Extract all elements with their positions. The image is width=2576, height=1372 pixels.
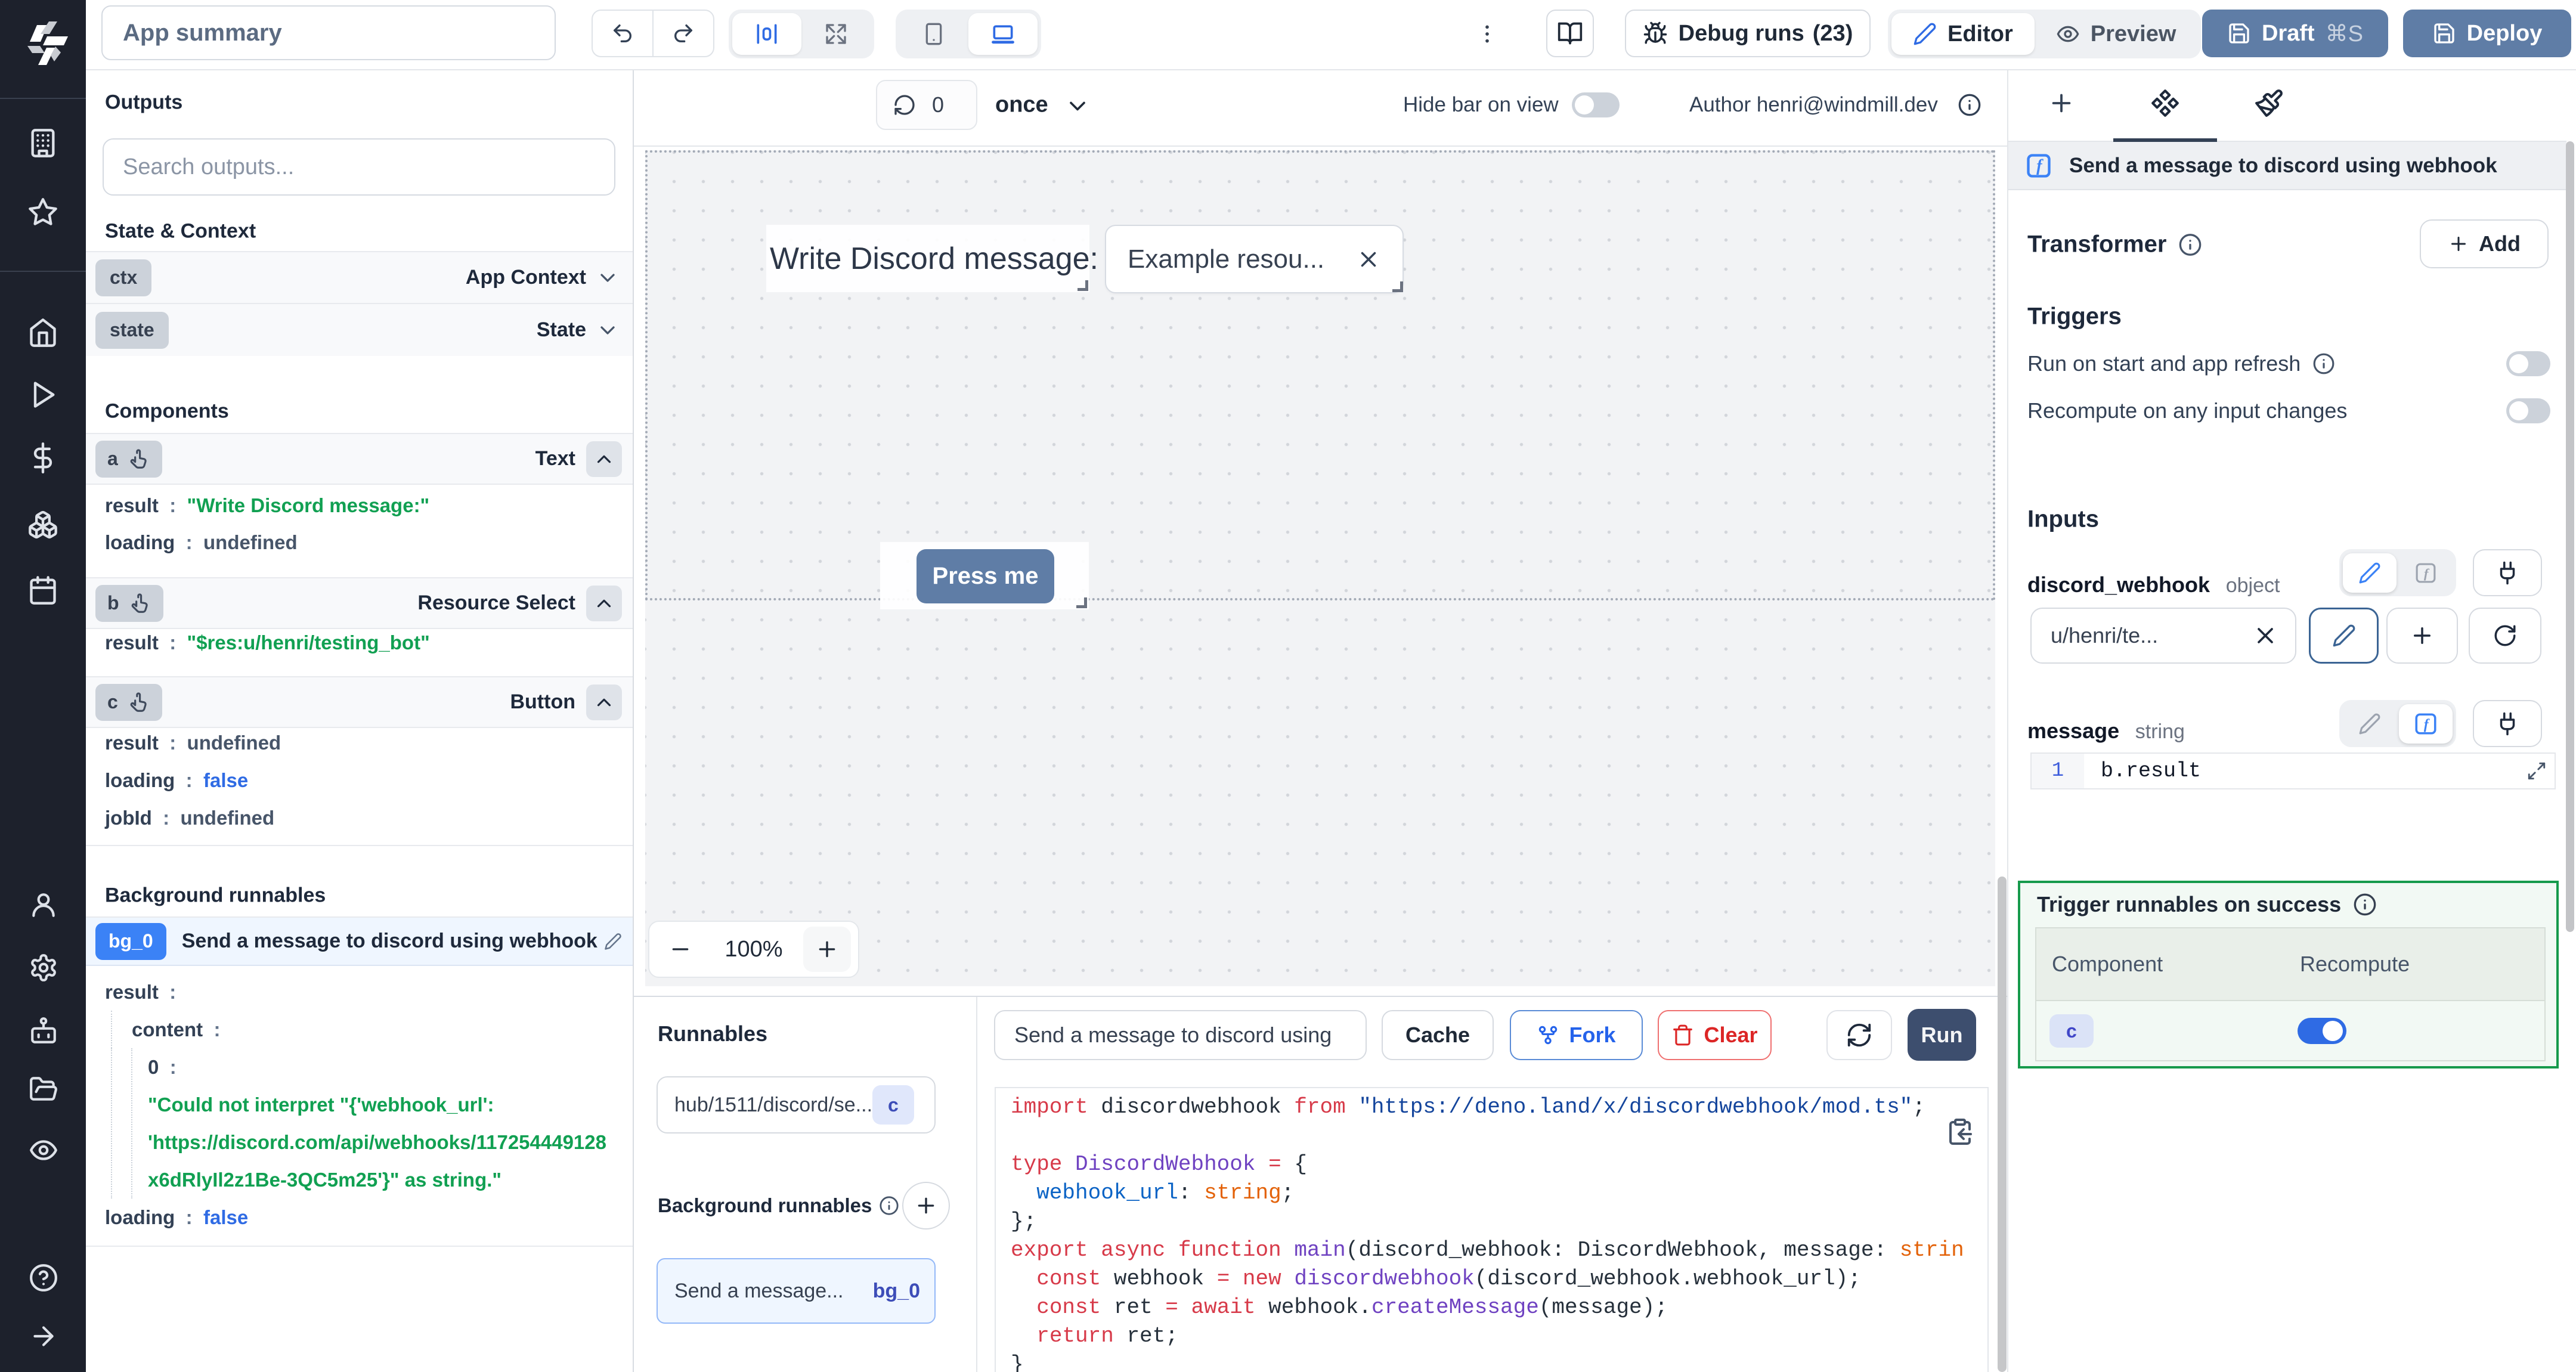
svg-text:f: f [2424, 565, 2430, 580]
svg-text:f: f [2424, 717, 2430, 732]
svg-text:f: f [2036, 157, 2044, 175]
